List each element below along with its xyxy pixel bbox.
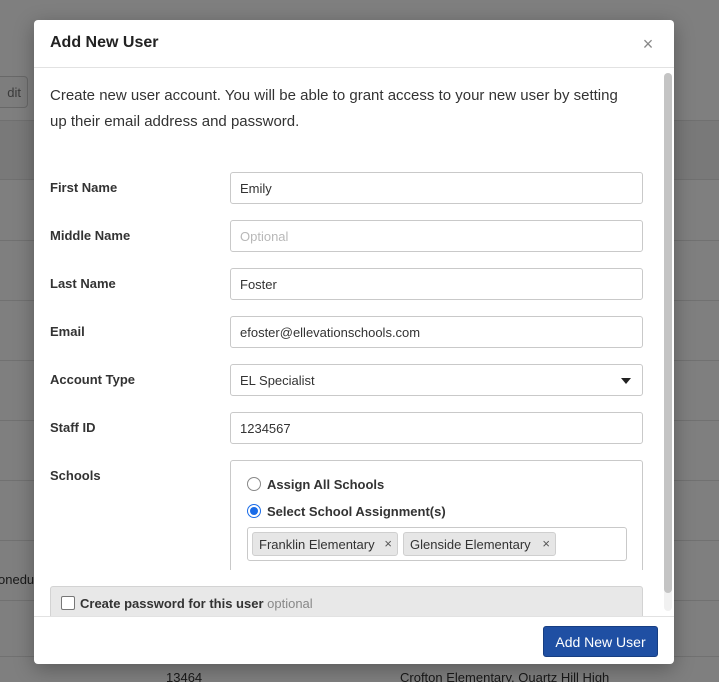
schools-box: Assign All Schools Select School Assignm… [230, 460, 643, 570]
account-type-label: Account Type [50, 372, 135, 387]
select-schools-label[interactable]: Select School Assignment(s) [267, 504, 446, 519]
add-new-user-button[interactable]: Add New User [543, 626, 658, 657]
modal-scrollbar[interactable] [664, 73, 672, 611]
school-tags-input[interactable]: Franklin Elementary × Glenside Elementar… [247, 527, 627, 561]
middle-name-field[interactable] [230, 220, 643, 252]
add-user-modal: Add New User × Create new user account. … [34, 20, 674, 664]
school-tag: Glenside Elementary × [403, 532, 556, 556]
staff-id-label: Staff ID [50, 420, 96, 435]
create-password-label[interactable]: Create password for this user optional [80, 596, 313, 611]
school-tag-label: Franklin Elementary [259, 537, 375, 552]
staff-id-row: Staff ID [50, 412, 643, 444]
close-icon[interactable]: × [636, 32, 660, 56]
staff-id-field[interactable] [230, 412, 643, 444]
assign-all-label[interactable]: Assign All Schools [267, 477, 384, 492]
modal-title: Add New User [50, 34, 159, 51]
email-field[interactable] [230, 316, 643, 348]
modal-header: Add New User × [34, 20, 674, 68]
first-name-field[interactable] [230, 172, 643, 204]
email-label: Email [50, 324, 85, 339]
middle-name-row: Middle Name [50, 220, 643, 252]
scrollbar-thumb[interactable] [664, 73, 672, 593]
create-password-bar[interactable]: Create password for this user optional [50, 586, 643, 616]
account-type-value: EL Specialist [240, 373, 315, 388]
chevron-down-icon [621, 378, 631, 384]
last-name-field[interactable] [230, 268, 643, 300]
assign-all-radio[interactable] [247, 477, 261, 491]
modal-footer: Add New User [34, 616, 674, 664]
account-type-select[interactable]: EL Specialist [230, 364, 643, 396]
first-name-label: First Name [50, 180, 118, 195]
account-type-row: Account Type EL Specialist [50, 364, 643, 396]
select-schools-radio[interactable] [247, 504, 261, 518]
last-name-row: Last Name [50, 268, 643, 300]
modal-body: Create new user account. You will be abl… [34, 69, 674, 616]
create-password-checkbox[interactable] [61, 596, 75, 610]
first-name-row: First Name [50, 172, 643, 204]
intro-text: Create new user account. You will be abl… [50, 87, 618, 130]
email-row: Email [50, 316, 643, 348]
school-tag-label: Glenside Elementary [410, 537, 531, 552]
remove-tag-icon[interactable]: × [542, 536, 550, 551]
schools-label: Schools [50, 468, 101, 483]
middle-name-label: Middle Name [50, 228, 131, 243]
optional-hint: optional [267, 596, 313, 611]
last-name-label: Last Name [50, 276, 116, 291]
remove-tag-icon[interactable]: × [384, 536, 392, 551]
create-password-text: Create password for this user [80, 596, 264, 611]
school-tag: Franklin Elementary × [252, 532, 398, 556]
